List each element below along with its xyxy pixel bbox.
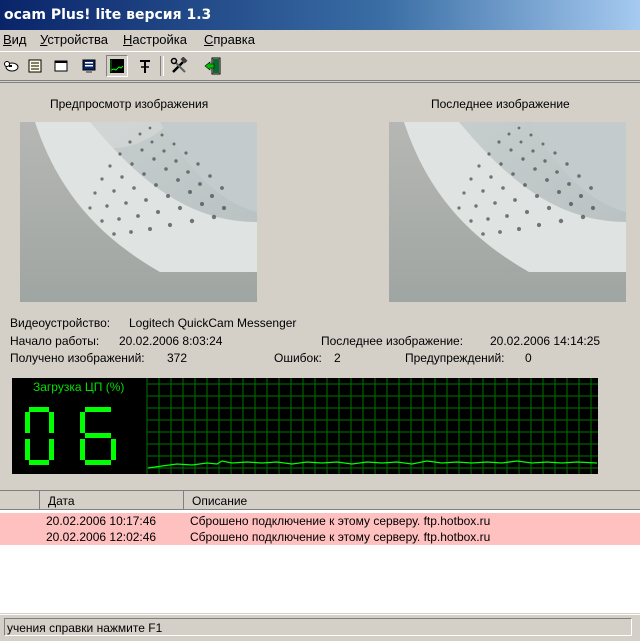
toolbar-separator: [160, 56, 164, 76]
table-row[interactable]: 20.02.2006 10:17:46 Сброшено подключение…: [0, 513, 640, 529]
preview-image: [20, 122, 257, 302]
received-value: 372: [167, 351, 188, 365]
column-header-date[interactable]: Дата: [40, 491, 184, 510]
window-title: ocam Plus! lite версия 1.3: [4, 7, 212, 23]
row-description: Сброшено подключение к этому серверу. ft…: [190, 514, 491, 528]
menu-settings[interactable]: Настройка: [123, 32, 187, 47]
row-date: 20.02.2006 10:17:46: [46, 514, 157, 528]
status-text: учения справки нажмите F1: [4, 618, 632, 636]
cpu-load-label: Загрузка ЦП (%): [33, 380, 125, 394]
errors-value: 2: [334, 351, 341, 365]
cow-icon[interactable]: [0, 55, 22, 77]
column-header-description[interactable]: Описание: [184, 491, 640, 510]
log-list[interactable]: Дата Описание 20.02.2006 10:17:46 Сброше…: [0, 490, 640, 613]
pin-icon[interactable]: [134, 55, 156, 77]
received-label: Получено изображений:: [10, 351, 145, 365]
last-label: Последнее изображение:: [321, 334, 464, 348]
toolbar: [0, 51, 640, 81]
graph-icon[interactable]: [106, 55, 128, 77]
row-date: 20.02.2006 12:02:46: [46, 530, 157, 544]
errors-label: Ошибок:: [274, 351, 322, 365]
column-header-icon[interactable]: [0, 491, 40, 510]
status-bar: учения справки нажмите F1: [0, 614, 640, 641]
device-label: Видеоустройство:: [10, 316, 111, 330]
monitor-icon[interactable]: [78, 55, 100, 77]
start-label: Начало работы:: [10, 334, 100, 348]
list-icon[interactable]: [24, 55, 46, 77]
menu-help[interactable]: Справка: [204, 32, 255, 47]
cpu-graph-line: [147, 460, 598, 469]
warnings-label: Предупреждений:: [405, 351, 505, 365]
menu-bar: Вид Устройства Настройка Справка: [0, 30, 640, 50]
last-value: 20.02.2006 14:14:25: [490, 334, 601, 348]
device-value: Logitech QuickCam Messenger: [129, 316, 297, 330]
start-value: 20.02.2006 8:03:24: [119, 334, 223, 348]
last-image-label: Последнее изображение: [431, 97, 570, 111]
window-icon[interactable]: [50, 55, 72, 77]
cpu-graph-grid: [146, 378, 598, 474]
menu-view[interactable]: Вид: [3, 32, 27, 47]
tools-icon[interactable]: [168, 55, 190, 77]
preview-label: Предпросмотр изображения: [50, 97, 209, 111]
title-bar[interactable]: ocam Plus! lite версия 1.3: [0, 0, 640, 30]
exit-icon[interactable]: [202, 55, 224, 77]
row-description: Сброшено подключение к этому серверу. ft…: [190, 530, 491, 544]
table-row[interactable]: 20.02.2006 12:02:46 Сброшено подключение…: [0, 529, 640, 545]
menu-devices[interactable]: Устройства: [40, 32, 108, 47]
warnings-value: 0: [525, 351, 532, 365]
cpu-load-meter: Загрузка ЦП (%) 06: [12, 378, 598, 474]
last-image: [389, 122, 626, 302]
